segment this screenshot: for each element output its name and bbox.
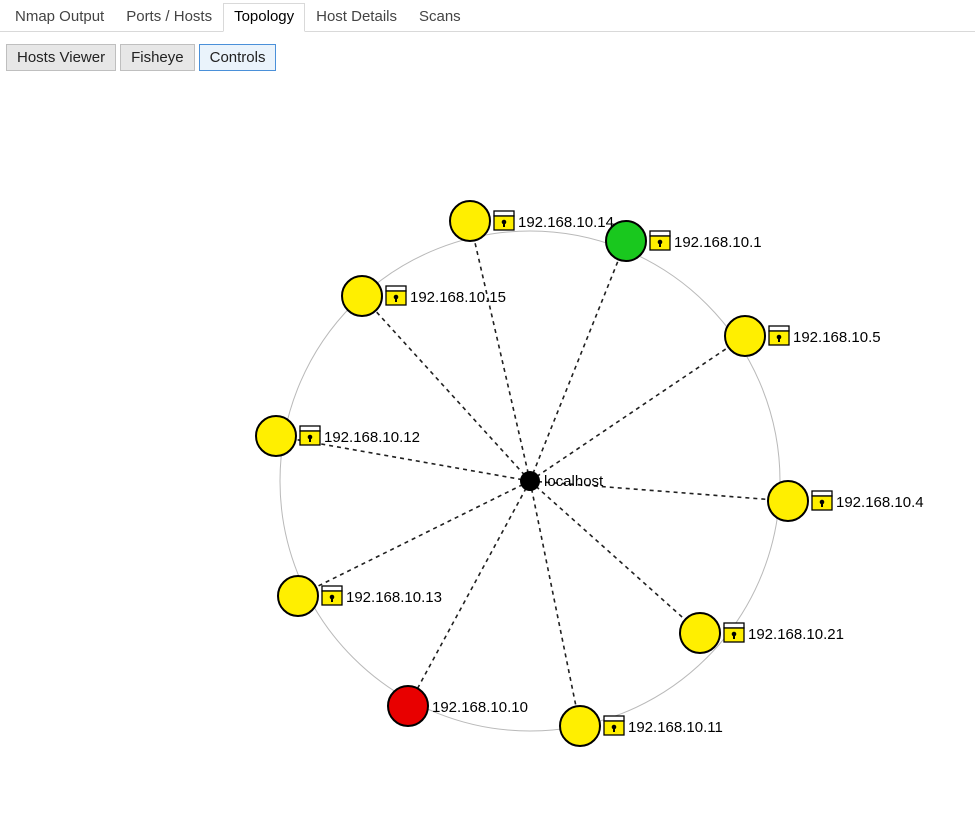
host-node[interactable]: 192.168.10.13 <box>278 576 442 616</box>
lock-icon <box>812 491 832 510</box>
host-node[interactable]: 192.168.10.12 <box>256 416 420 456</box>
host-node[interactable]: 192.168.10.11 <box>560 706 723 746</box>
lock-icon <box>386 286 406 305</box>
host-node[interactable]: 192.168.10.21 <box>680 613 844 653</box>
host-label: 192.168.10.10 <box>432 699 528 716</box>
tab-ports-hosts[interactable]: Ports / Hosts <box>115 3 223 31</box>
host-label: 192.168.10.12 <box>324 429 420 446</box>
main-tabs: Nmap OutputPorts / HostsTopologyHost Det… <box>0 0 975 32</box>
host-label: 192.168.10.11 <box>628 719 723 736</box>
lock-icon <box>494 211 514 230</box>
hosts-viewer-button[interactable]: Hosts Viewer <box>6 44 116 71</box>
host-node[interactable]: 192.168.10.5 <box>725 316 881 356</box>
topology-canvas[interactable]: localhost 192.168.10.14 192.168.10.1 192.16… <box>0 71 975 811</box>
host-label: 192.168.10.21 <box>748 626 844 643</box>
lock-icon <box>650 231 670 250</box>
host-label: 192.168.10.4 <box>836 494 924 511</box>
host-node[interactable]: 192.168.10.4 <box>768 481 924 521</box>
lock-icon <box>724 623 744 642</box>
host-node[interactable]: 192.168.10.1 <box>606 221 762 261</box>
tab-scans[interactable]: Scans <box>408 3 472 31</box>
host-label: 192.168.10.5 <box>793 329 881 346</box>
topology-toolbar: Hosts ViewerFisheyeControls <box>0 32 975 71</box>
tab-topology[interactable]: Topology <box>223 3 305 32</box>
fisheye-button[interactable]: Fisheye <box>120 44 195 71</box>
host-node[interactable]: 192.168.10.14 <box>450 201 614 241</box>
center-label: localhost <box>544 473 604 490</box>
center-node[interactable] <box>520 471 540 491</box>
host-label: 192.168.10.1 <box>674 234 762 251</box>
host-node[interactable]: 192.168.10.15 <box>342 276 506 316</box>
lock-icon <box>769 326 789 345</box>
tab-host-details[interactable]: Host Details <box>305 3 408 31</box>
host-label: 192.168.10.14 <box>518 214 614 231</box>
tab-nmap-output[interactable]: Nmap Output <box>4 3 115 31</box>
lock-icon <box>300 426 320 445</box>
host-label: 192.168.10.15 <box>410 289 506 306</box>
lock-icon <box>322 586 342 605</box>
host-label: 192.168.10.13 <box>346 589 442 606</box>
lock-icon <box>604 716 624 735</box>
controls-button[interactable]: Controls <box>199 44 277 71</box>
